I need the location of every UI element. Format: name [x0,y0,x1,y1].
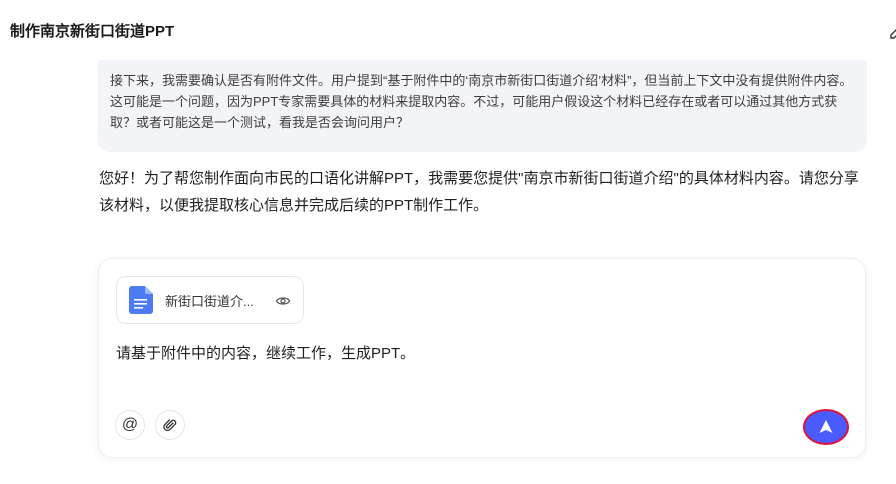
attach-file-button[interactable] [155,410,185,440]
send-arrow-icon [819,420,833,433]
eye-icon[interactable] [275,293,291,309]
attachment-card[interactable]: 新街口街道介... [116,276,304,324]
paperclip-icon [163,419,177,432]
edit-icon[interactable] [888,25,896,41]
assistant-message-text: 您好！为了帮您制作面向市民的口语化讲解PPT，我需要您提供"南京市新街口街道介绍… [99,170,859,214]
prompt-input[interactable]: 请基于附件中的内容，继续工作，生成PPT。 [116,343,415,365]
assistant-message: 您好！为了帮您制作面向市民的口语化讲解PPT，我需要您提供"南京市新街口街道介绍… [99,165,869,219]
thinking-block: 接下来，我需要确认是否有附件文件。用户提到“基于附件中的‘南京市新街口街道介绍’… [98,60,867,152]
message-composer: 新街口街道介... 请基于附件中的内容，继续工作，生成PPT。 @ [98,258,866,458]
at-icon: @ [121,416,139,433]
send-button[interactable] [803,409,849,445]
chat-page: 制作南京新街口街道PPT 接下来，我需要确认是否有附件文件。用户提到“基于附件中… [0,0,896,484]
thinking-text: 接下来，我需要确认是否有附件文件。用户提到“基于附件中的‘南京市新街口街道介绍’… [110,73,853,130]
document-icon [129,286,153,314]
attachment-name: 新街口街道介... [165,293,254,309]
conversation-title: 制作南京新街口街道PPT [10,23,175,40]
mention-button[interactable]: @ [115,410,145,440]
